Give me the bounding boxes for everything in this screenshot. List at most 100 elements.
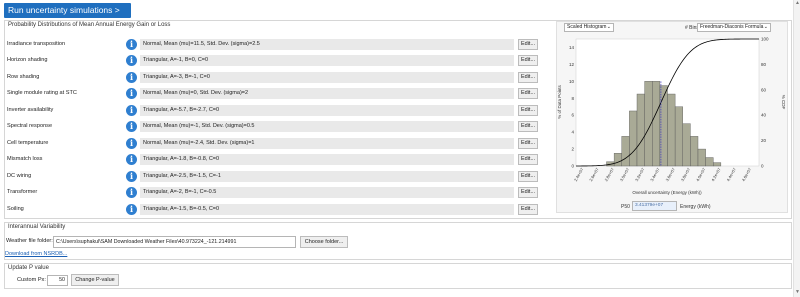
pvalue-group: Update P value bbox=[4, 263, 792, 289]
change-p-value-button[interactable]: Change P-value bbox=[71, 274, 119, 286]
distribution-label: Inverter availability bbox=[7, 107, 54, 113]
y-right-tick-label: 60 bbox=[761, 87, 767, 92]
edit-distribution-button[interactable]: Edit... bbox=[518, 171, 538, 182]
y-right-tick-label: 20 bbox=[761, 138, 767, 143]
histogram-bar bbox=[652, 81, 661, 167]
chevron-down-icon: ⌄ bbox=[763, 24, 768, 30]
distribution-label: Mismatch loss bbox=[7, 156, 43, 162]
distribution-label: Soiling bbox=[7, 206, 24, 212]
y-left-tick-label: 2 bbox=[571, 147, 574, 152]
p50-value-field: 3.41379e+07 bbox=[632, 201, 677, 211]
weather-folder-field[interactable]: C:\Users\suphakul\SAM Downloaded Weather… bbox=[53, 236, 296, 248]
info-icon[interactable]: i bbox=[126, 171, 137, 182]
distributions-group-title: Probability Distributions of Mean Annual… bbox=[8, 22, 171, 28]
info-icon[interactable]: i bbox=[126, 138, 137, 149]
info-icon[interactable]: i bbox=[126, 88, 137, 99]
scroll-up-arrow-icon[interactable]: ▲ bbox=[794, 0, 800, 8]
y-left-tick-label: 0 bbox=[571, 164, 574, 169]
distribution-value: Triangular, A=-3, B=-1, C=0 bbox=[140, 72, 514, 83]
vertical-scrollbar[interactable]: ▲ ▼ bbox=[793, 0, 800, 297]
info-icon[interactable]: i bbox=[126, 39, 137, 50]
distribution-label: Horizon shading bbox=[7, 57, 48, 63]
edit-distribution-button[interactable]: Edit... bbox=[518, 204, 538, 215]
interannual-group-title: Interannual Variability bbox=[8, 224, 66, 230]
edit-distribution-button[interactable]: Edit... bbox=[518, 105, 538, 116]
x-tick-label: 4.6e+07 bbox=[741, 166, 753, 182]
y-axis-right-label: % CDF bbox=[781, 95, 786, 110]
info-icon[interactable]: i bbox=[126, 121, 137, 132]
run-uncertainty-simulations-button[interactable]: Run uncertainty simulations > bbox=[4, 3, 131, 18]
y-left-tick-label: 4 bbox=[571, 130, 574, 135]
x-axis-label: Overall uncertainty (Energy (kWh)) bbox=[632, 190, 702, 195]
y-right-tick-label: 40 bbox=[761, 113, 767, 118]
histogram-bar bbox=[682, 123, 691, 167]
choose-folder-button[interactable]: Choose folder... bbox=[300, 236, 348, 248]
p50-value: 3.41379e+07 bbox=[635, 203, 664, 208]
custom-px-value: 50 bbox=[59, 277, 65, 283]
x-tick-label: 2.8e+07 bbox=[603, 166, 615, 182]
histogram-bar bbox=[705, 157, 714, 167]
custom-px-input[interactable]: 50 bbox=[47, 275, 68, 286]
distribution-label: Cell temperature bbox=[7, 140, 49, 146]
distribution-value: Normal, Mean (mu)=0, Std. Dev. (sigma)=2 bbox=[140, 88, 514, 99]
info-icon[interactable]: i bbox=[126, 204, 137, 215]
distribution-value: Normal, Mean (mu)=-1, Std. Dev. (sigma)=… bbox=[140, 121, 514, 132]
y-axis-left-label: % of Data Points bbox=[557, 84, 562, 118]
p50-unit: Energy (kWh) bbox=[680, 204, 711, 210]
view-type-select[interactable]: Scaled Histogram ⌄ bbox=[564, 23, 614, 32]
edit-distribution-button[interactable]: Edit... bbox=[518, 138, 538, 149]
bins-select-value: Freedman-Diaconis Formula bbox=[700, 24, 764, 30]
y-left-tick-label: 10 bbox=[569, 79, 575, 84]
y-left-tick-label: 12 bbox=[569, 62, 575, 67]
histogram-bar bbox=[629, 110, 638, 167]
info-icon[interactable]: i bbox=[126, 72, 137, 83]
distribution-label: DC wiring bbox=[7, 173, 32, 179]
histogram-bar bbox=[613, 153, 622, 167]
pvalue-group-title: Update P value bbox=[8, 265, 49, 271]
distribution-label: Transformer bbox=[7, 189, 38, 195]
weather-folder-label: Weather file folder: bbox=[6, 238, 53, 244]
download-nsrdb-link[interactable]: Download from NSRDB... bbox=[5, 251, 67, 257]
weather-folder-value: C:\Users\suphakul\SAM Downloaded Weather… bbox=[56, 239, 237, 245]
y-right-tick-label: 100 bbox=[761, 37, 769, 42]
x-tick-label: 4.0e+07 bbox=[695, 166, 707, 182]
info-icon[interactable]: i bbox=[126, 55, 137, 66]
edit-distribution-button[interactable]: Edit... bbox=[518, 72, 538, 83]
distribution-value: Triangular, A=-1.5, B=-0.5, C=0 bbox=[140, 204, 514, 215]
distribution-value: Triangular, A=-2.5, B=-1.5, C=-1 bbox=[140, 171, 514, 182]
histogram-bar bbox=[621, 136, 630, 167]
histogram-bar bbox=[636, 93, 645, 167]
x-tick-label: 2.4e+07 bbox=[573, 166, 585, 182]
histogram-bar bbox=[690, 136, 699, 167]
y-left-tick-label: 14 bbox=[569, 45, 575, 50]
x-tick-label: 4.2e+07 bbox=[710, 166, 722, 182]
x-tick-label: 3.0e+07 bbox=[619, 166, 631, 182]
histogram-bar bbox=[667, 93, 676, 167]
x-tick-label: 3.6e+07 bbox=[664, 166, 676, 182]
edit-distribution-button[interactable]: Edit... bbox=[518, 39, 538, 50]
edit-distribution-button[interactable]: Edit... bbox=[518, 88, 538, 99]
distribution-value: Triangular, A=-1, B=0, C=0 bbox=[140, 55, 514, 66]
y-left-tick-label: 8 bbox=[571, 96, 574, 101]
edit-distribution-button[interactable]: Edit... bbox=[518, 187, 538, 198]
distribution-label: Single module rating at STC bbox=[7, 90, 77, 96]
x-tick-label: 3.2e+07 bbox=[634, 166, 646, 182]
distribution-value: Triangular, A=-5.7, B=-2.7, C=0 bbox=[140, 105, 514, 116]
histogram-bar bbox=[697, 148, 706, 167]
info-icon[interactable]: i bbox=[126, 154, 137, 165]
view-type-value: Scaled Histogram bbox=[567, 24, 607, 30]
edit-distribution-button[interactable]: Edit... bbox=[518, 154, 538, 165]
bins-select[interactable]: Freedman-Diaconis Formula ⌄ bbox=[697, 23, 771, 32]
info-icon[interactable]: i bbox=[126, 187, 137, 198]
scroll-down-arrow-icon[interactable]: ▼ bbox=[794, 289, 800, 297]
edit-distribution-button[interactable]: Edit... bbox=[518, 121, 538, 132]
p50-label: P50 bbox=[621, 204, 630, 210]
distribution-value: Normal, Mean (mu)=11.5, Std. Dev. (sigma… bbox=[140, 39, 514, 50]
y-right-tick-label: 0 bbox=[761, 164, 764, 169]
x-tick-label: 4.4e+07 bbox=[725, 166, 737, 182]
x-tick-label: 3.4e+07 bbox=[649, 166, 661, 182]
edit-distribution-button[interactable]: Edit... bbox=[518, 55, 538, 66]
plot-panel: Scaled Histogram ⌄ # Bins: Freedman-Diac… bbox=[556, 21, 788, 213]
x-tick-label: 3.8e+07 bbox=[680, 166, 692, 182]
info-icon[interactable]: i bbox=[126, 105, 137, 116]
